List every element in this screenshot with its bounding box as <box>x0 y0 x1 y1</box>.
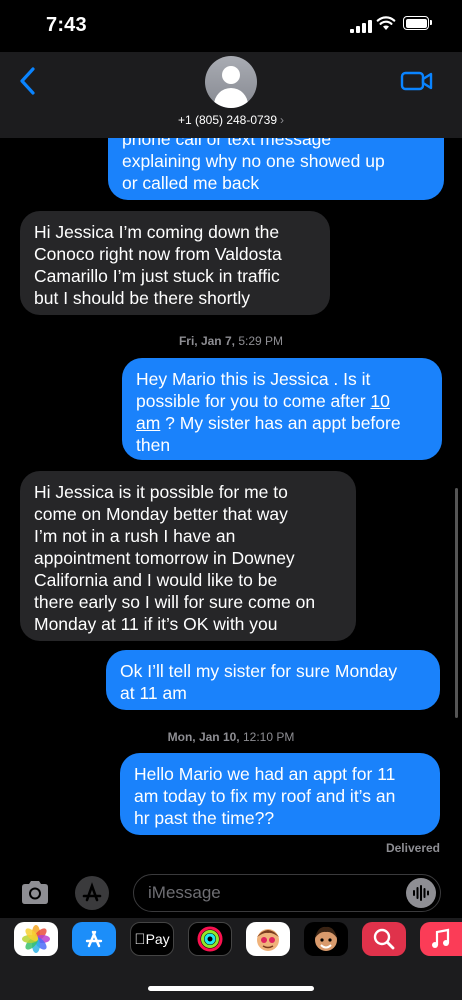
message-input-placeholder: iMessage <box>148 883 221 902</box>
status-time: 7:43 <box>46 14 87 36</box>
app-store-drawer-icon[interactable] <box>75 876 109 910</box>
home-indicator[interactable] <box>148 986 314 991</box>
message-input[interactable]: iMessage <box>133 874 441 912</box>
message-thread[interactable]: phone call or text message explaining wh… <box>0 138 462 860</box>
wifi-icon <box>376 16 396 30</box>
message-bubble-sent[interactable]: Hey Mario this is Jessica . Is it possib… <box>122 358 442 460</box>
message-text: Hey Mario this is Jessica . Is it possib… <box>136 369 371 411</box>
activity-icon[interactable] <box>188 922 232 956</box>
memoji-2-icon[interactable] <box>304 922 348 956</box>
contact-number: +1 (805) 248-0739 <box>177 113 278 127</box>
app-store-icon[interactable] <box>72 922 116 956</box>
contact-avatar[interactable] <box>205 56 257 108</box>
apple-pay-icon[interactable]: Pay <box>130 922 174 956</box>
composer-bar: iMessage <box>0 868 462 918</box>
back-chevron-icon[interactable] <box>16 66 42 96</box>
message-bubble-received[interactable]: Hi Jessica is it possible for me to come… <box>20 471 356 641</box>
message-text: ? My sister has an appt before then <box>136 413 401 455</box>
timestamp: Fri, Jan 7, 5:29 PM <box>0 334 462 348</box>
music-icon[interactable] <box>420 922 462 956</box>
message-bubble-received[interactable]: Hi Jessica I’m coming down the Conoco ri… <box>20 211 330 315</box>
timestamp-day: Fri, Jan 7, <box>178 334 235 348</box>
status-bar: 7:43 <box>0 0 462 52</box>
battery-icon <box>403 16 432 30</box>
apps-a-icon <box>82 882 102 902</box>
facetime-video-icon[interactable] <box>400 68 434 94</box>
message-bubble-sent[interactable]: Hello Mario we had an appt for 11 am tod… <box>120 753 440 835</box>
contact-name[interactable]: +1 (805) 248-0739 › <box>0 113 462 127</box>
conversation-header: +1 (805) 248-0739 › <box>0 52 462 138</box>
chevron-right-icon: › <box>280 113 285 127</box>
timestamp-time: 5:29 PM <box>238 334 284 348</box>
timestamp-day: Mon, Jan 10, <box>167 730 240 744</box>
memoji-icon[interactable] <box>246 922 290 956</box>
search-images-icon[interactable] <box>362 922 406 956</box>
photos-app-icon[interactable] <box>14 922 58 956</box>
camera-icon[interactable] <box>18 876 52 910</box>
message-bubble-sent[interactable]: phone call or text message explaining wh… <box>108 138 444 200</box>
timestamp-time: 12:10 PM <box>243 730 295 744</box>
delivered-status: Delivered <box>385 841 440 855</box>
scrollbar[interactable] <box>455 488 458 718</box>
message-bubble-sent[interactable]: Ok I’ll tell my sister for sure Monday a… <box>106 650 440 710</box>
timestamp: Mon, Jan 10, 12:10 PM <box>0 730 462 744</box>
cellular-signal-icon <box>350 20 372 33</box>
apple-pay-label: Pay <box>139 931 170 947</box>
audio-message-icon[interactable] <box>406 878 436 908</box>
